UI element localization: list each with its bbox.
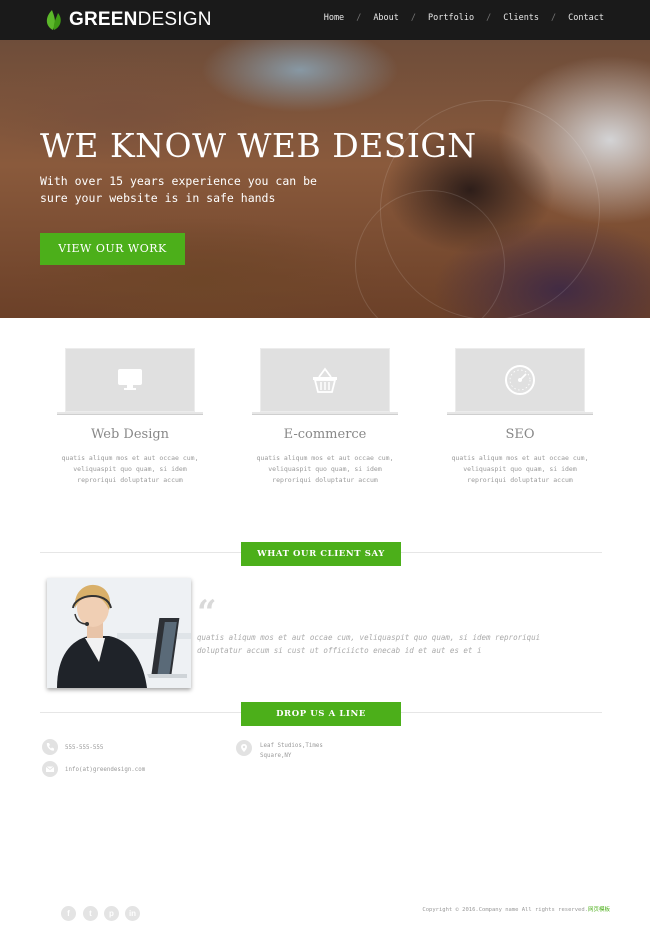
nav-home[interactable]: Home [324, 13, 344, 23]
facebook-icon[interactable]: f [61, 906, 76, 921]
service-screen [455, 348, 585, 412]
divider [401, 552, 602, 553]
service-screen [65, 348, 195, 412]
hero-banner: WE KNOW WEB DESIGN With over 15 years ex… [0, 40, 650, 318]
contact-phone: 555-555-555 [65, 745, 104, 751]
client-photo [47, 578, 191, 688]
service-web-design: Web Design quatis aliqum mos et aut occa… [57, 348, 203, 486]
service-ecommerce: E-commerce quatis aliqum mos et aut occa… [252, 348, 398, 486]
main-menu: Home / About / Portfolio / Clients / Con… [324, 13, 604, 23]
linkedin-icon[interactable]: in [125, 906, 140, 921]
nav-about[interactable]: About [373, 13, 399, 23]
quote-icon: “ [197, 593, 217, 633]
testimonial-quote: quatis aliqum mos et aut occae cum, veli… [197, 633, 541, 655]
service-seo: SEO quatis aliqum mos et aut occae cum, … [447, 348, 593, 486]
logo[interactable]: GREENDESIGN [44, 8, 212, 32]
view-our-work-button[interactable]: VIEW OUR WORK [40, 233, 185, 265]
service-description: quatis aliqum mos et aut occae cum, veli… [256, 454, 394, 484]
hero-title: WE KNOW WEB DESIGN [40, 126, 477, 165]
section-heading-clients: WHAT OUR CLIENT SAY [241, 542, 401, 566]
copyright: Copyright © 2016.Company name All rights… [422, 907, 610, 913]
nav-separator: / [486, 13, 492, 23]
divider [40, 712, 241, 713]
speedometer-icon [505, 365, 535, 395]
contact-email[interactable]: info(at)greendesign.com [65, 765, 145, 775]
hero-subtitle: With over 15 years experience you can be… [40, 174, 317, 205]
nav-portfolio[interactable]: Portfolio [428, 13, 474, 23]
service-screen [260, 348, 390, 412]
phone-icon [42, 739, 58, 755]
divider [40, 552, 241, 553]
service-title: E-commerce [283, 427, 367, 442]
section-heading-contact: DROP US A LINE [241, 702, 401, 726]
leaf-icon [46, 10, 61, 30]
service-description: quatis aliqum mos et aut occae cum, veli… [451, 454, 589, 484]
top-navbar: GREENDESIGN Home / About / Portfolio / C… [0, 0, 650, 40]
twitter-icon[interactable]: t [83, 906, 98, 921]
email-icon [42, 761, 58, 777]
logo-text: GREENDESIGN [69, 9, 212, 30]
nav-contact[interactable]: Contact [568, 13, 604, 23]
monitor-icon [118, 369, 142, 390]
contact-address: Leaf Studios,Times Square,NY [260, 743, 323, 759]
nav-separator: / [410, 13, 417, 23]
location-icon [236, 740, 252, 756]
client-avatar-image [47, 578, 191, 688]
service-title: Web Design [90, 427, 170, 442]
nav-separator: / [551, 13, 557, 23]
service-title: SEO [505, 427, 535, 442]
nav-clients[interactable]: Clients [503, 13, 539, 23]
pinterest-icon[interactable]: p [104, 906, 119, 921]
nav-separator: / [356, 13, 362, 23]
service-description: quatis aliqum mos et aut occae cum, veli… [61, 454, 199, 484]
basket-icon [313, 367, 337, 393]
divider [401, 712, 602, 713]
copyright-brand-link[interactable]: 网页模板 [588, 907, 610, 913]
